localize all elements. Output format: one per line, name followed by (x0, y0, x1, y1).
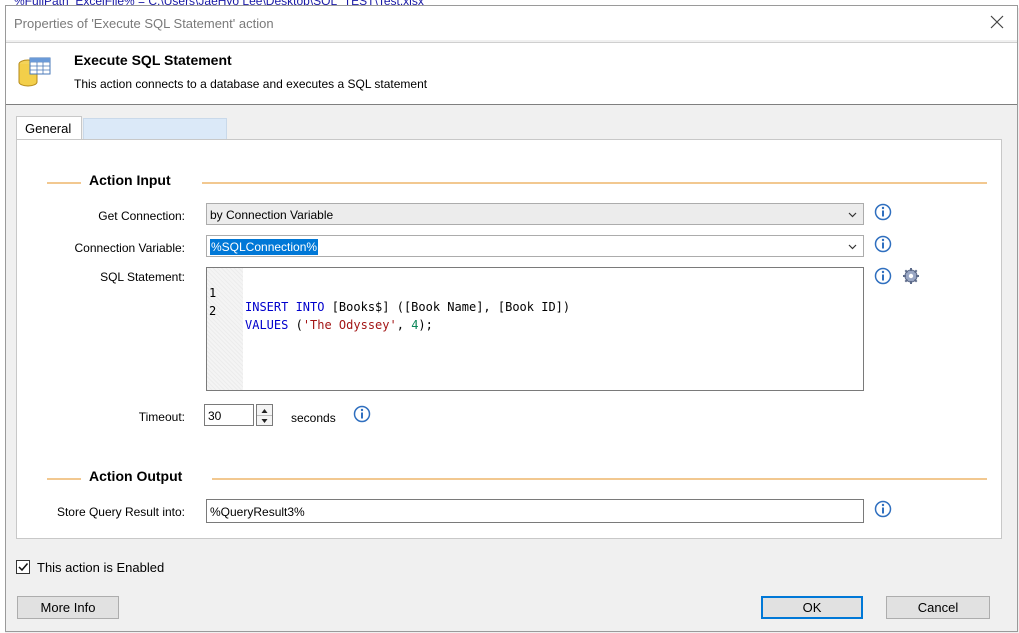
store-result-input[interactable]: %QueryResult3% (206, 499, 864, 523)
enabled-label[interactable]: This action is Enabled (37, 560, 164, 575)
get-connection-value: by Connection Variable (210, 208, 334, 222)
timeout-stepper[interactable] (256, 404, 273, 426)
action-description: This action connects to a database and e… (74, 77, 428, 91)
action-output-section-header: Action Output (47, 468, 987, 488)
chevron-down-icon (848, 244, 857, 250)
store-result-value: %QueryResult3% (210, 505, 305, 519)
action-input-section-header: Action Input (47, 172, 987, 192)
enabled-checkbox[interactable] (16, 560, 30, 574)
timeout-unit: seconds (291, 411, 336, 425)
action-output-title: Action Output (89, 468, 183, 484)
timeout-input[interactable]: 30 (204, 404, 254, 426)
action-input-title: Action Input (89, 172, 171, 188)
database-icon (16, 55, 52, 91)
cancel-button[interactable]: Cancel (886, 596, 990, 619)
info-icon[interactable] (874, 500, 892, 518)
dialog-titlebar: Properties of 'Execute SQL Statement' ac… (6, 6, 1017, 40)
checkmark-icon (18, 563, 29, 572)
section-rule (202, 182, 987, 184)
close-button[interactable] (987, 12, 1007, 32)
line-number: 2 (209, 304, 217, 318)
close-icon (990, 15, 1004, 29)
tab-strip-filler (83, 118, 227, 140)
chevron-down-icon (848, 212, 857, 218)
tab-bar: General (16, 116, 1002, 140)
section-rule (47, 478, 81, 480)
section-rule (47, 182, 81, 184)
connection-variable-dropdown[interactable]: %SQLConnection% (206, 235, 864, 257)
info-icon[interactable] (874, 235, 892, 253)
dialog-title: Properties of 'Execute SQL Statement' ac… (14, 16, 274, 31)
code-text: INSERT INTO [Books$] ([Book Name], [Book… (245, 300, 571, 314)
connection-variable-value: %SQLConnection% (210, 239, 319, 255)
store-result-label: Store Query Result into: (56, 505, 185, 519)
triangle-down-icon (261, 419, 268, 423)
section-rule (212, 478, 987, 480)
code-text: VALUES ('The Odyssey', 4); (245, 318, 433, 332)
tab-general[interactable]: General (16, 116, 82, 140)
sql-statement-label: SQL Statement: (100, 270, 185, 284)
gear-icon[interactable] (902, 267, 920, 285)
timeout-label: Timeout: (138, 410, 185, 424)
code-line: 2 VALUES ('The Odyssey', 4); (207, 290, 433, 332)
code-line: 1 INSERT INTO [Books$] ([Book Name], [Bo… (207, 272, 570, 314)
properties-dialog: Properties of 'Execute SQL Statement' ac… (5, 5, 1018, 632)
action-header: Execute SQL Statement This action connec… (6, 42, 1017, 105)
timeout-value: 30 (208, 409, 222, 423)
info-icon[interactable] (874, 203, 892, 221)
ok-button[interactable]: OK (761, 596, 863, 619)
get-connection-dropdown[interactable]: by Connection Variable (206, 203, 864, 225)
info-icon[interactable] (874, 267, 892, 285)
sql-statement-editor[interactable]: 1 INSERT INTO [Books$] ([Book Name], [Bo… (206, 267, 864, 391)
general-tab-panel: Action Input Get Connection: by Connecti… (16, 139, 1002, 539)
stepper-down-button[interactable] (257, 415, 272, 425)
more-info-button[interactable]: More Info (17, 596, 119, 619)
connection-variable-label: Connection Variable: (74, 241, 185, 255)
action-title: Execute SQL Statement (74, 52, 232, 68)
info-icon[interactable] (353, 405, 371, 423)
get-connection-label: Get Connection: (98, 209, 185, 223)
